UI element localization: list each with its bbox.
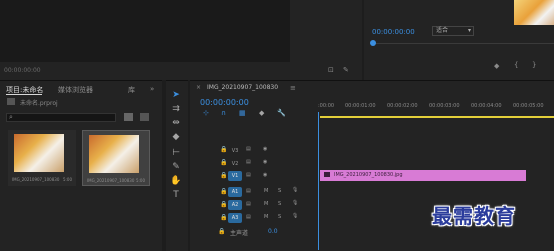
pen-tool-icon[interactable]: ✎ <box>170 162 182 172</box>
program-playhead[interactable] <box>370 40 376 46</box>
lock-icon[interactable]: 🔒 <box>218 228 225 235</box>
mic-icon[interactable]: 🎙 <box>292 213 298 219</box>
track-label-v2[interactable]: V2 <box>228 159 242 169</box>
sync-lock-icon[interactable]: ▤ <box>246 172 251 178</box>
lock-icon[interactable]: 🔒 <box>220 172 227 179</box>
project-file-icon <box>7 98 15 105</box>
track-label-v1[interactable]: V1 <box>228 171 242 181</box>
program-timecode[interactable]: 00:00:00:00 <box>372 28 415 36</box>
program-monitor-preview <box>514 0 554 25</box>
nest-icon[interactable]: ⊹ <box>203 109 209 117</box>
import-icon[interactable] <box>140 113 149 121</box>
slip-tool-icon[interactable]: ⊢ <box>170 148 182 158</box>
clip-duration: 5:00 <box>63 177 72 182</box>
tab-library[interactable]: 库 <box>128 85 135 95</box>
sync-lock-icon[interactable]: ▤ <box>246 201 251 207</box>
track-label-a3[interactable]: A3 <box>228 213 242 223</box>
hand-tool-icon[interactable]: ✋ <box>170 176 182 186</box>
marker-icon[interactable]: ◆ <box>494 62 499 70</box>
eye-icon[interactable]: ◉ <box>263 159 267 165</box>
ruler-label: 00:00:05:00 <box>513 103 544 109</box>
mute-button[interactable]: M <box>264 201 268 207</box>
ripple-edit-tool-icon[interactable]: ⇹ <box>170 118 182 128</box>
clip-thumbnail <box>89 135 139 173</box>
track-row-a1: 🔒 A1 ▤ M S 🎙 <box>190 186 554 199</box>
lock-icon[interactable]: 🔒 <box>220 146 227 153</box>
solo-button[interactable]: S <box>278 201 281 207</box>
new-bin-icon[interactable] <box>124 113 133 121</box>
timeline-timecode[interactable]: 00:00:00:00 <box>200 98 249 107</box>
linked-selection-icon[interactable]: ▦ <box>239 109 246 117</box>
timeline-settings-icon[interactable]: 🔧 <box>277 109 286 117</box>
ruler-label: 00:00:02:00 <box>387 103 418 109</box>
tab-media-browser[interactable]: 媒体浏览器 <box>58 85 93 95</box>
sync-lock-icon[interactable]: ▤ <box>246 159 251 165</box>
sync-lock-icon[interactable]: ▤ <box>246 146 251 152</box>
clip-fx-icon <box>324 172 330 177</box>
source-monitor-video <box>0 0 290 62</box>
project-file-name: 未命名.prproj <box>20 100 58 107</box>
mute-button[interactable]: M <box>264 214 268 220</box>
fit-dropdown-value: 适合 <box>436 27 449 34</box>
solo-button[interactable]: S <box>278 188 281 194</box>
mute-button[interactable]: M <box>264 188 268 194</box>
project-clip-item[interactable]: IMG_20210907_100830 5:00 <box>8 130 76 186</box>
ruler-label: 00:00:01:00 <box>345 103 376 109</box>
clip-thumbnail <box>14 134 64 172</box>
sync-lock-icon[interactable]: ▤ <box>246 214 251 220</box>
add-marker-icon[interactable]: ◆ <box>259 109 264 117</box>
project-clip-item-selected[interactable]: IMG_20210907_100830 5:00 <box>82 130 150 186</box>
selection-tool-icon[interactable]: ➤ <box>170 90 182 100</box>
in-point-icon[interactable]: { <box>514 61 518 69</box>
type-tool-icon[interactable]: T <box>170 190 182 200</box>
track-row-v3: 🔒 V3 ▤ ◉ <box>190 144 554 157</box>
lock-icon[interactable]: 🔒 <box>220 201 227 208</box>
ruler-label: 00:00:03:00 <box>429 103 460 109</box>
lock-icon[interactable]: 🔒 <box>220 188 227 195</box>
out-point-icon[interactable]: } <box>532 61 536 69</box>
program-scrub-bar[interactable] <box>372 43 554 44</box>
search-icon: ⌕ <box>9 113 13 121</box>
snap-icon[interactable]: ∩ <box>221 109 226 117</box>
mic-icon[interactable]: 🎙 <box>292 200 298 206</box>
clip-name: IMG_20210907_100830 <box>12 177 60 182</box>
ruler-label: 00:00:04:00 <box>471 103 502 109</box>
watermark-logo: 最需教育 <box>432 204 516 228</box>
mic-icon[interactable]: 🎙 <box>292 187 298 193</box>
track-label-v3[interactable]: V3 <box>228 146 242 156</box>
lock-icon[interactable]: 🔒 <box>220 159 227 166</box>
razor-tool-icon[interactable]: ◆ <box>170 132 182 142</box>
solo-button[interactable]: S <box>278 214 281 220</box>
settings-icon[interactable]: ✎ <box>343 66 349 74</box>
track-label-a1[interactable]: A1 <box>228 187 242 197</box>
sync-lock-icon[interactable]: ▤ <box>246 188 251 194</box>
master-track-label: 主声道 <box>230 230 249 237</box>
eye-icon[interactable]: ◉ <box>263 146 267 152</box>
eye-icon[interactable]: ◉ <box>263 172 267 178</box>
panel-overflow-icon[interactable]: » <box>150 85 154 93</box>
fit-dropdown[interactable]: 适合 ▾ <box>432 26 474 36</box>
tab-project-underline <box>6 94 42 95</box>
sequence-tab[interactable]: IMG_20210907_100830 <box>207 84 278 91</box>
search-input[interactable] <box>6 113 116 122</box>
track-select-tool-icon[interactable]: ⇉ <box>170 104 182 114</box>
clip-name: IMG_20210907_100830 <box>87 178 135 183</box>
track-row-v2: 🔒 V2 ▤ ◉ <box>190 157 554 170</box>
lock-icon[interactable]: 🔒 <box>220 214 227 221</box>
ruler-label: :00:00 <box>318 103 335 109</box>
work-area-bar[interactable] <box>320 116 554 118</box>
master-volume-value[interactable]: 0.0 <box>268 228 278 235</box>
timeline-clip-label: IMG_20210907_100830.jpg <box>334 172 403 178</box>
chevron-down-icon: ▾ <box>467 27 471 34</box>
export-frame-icon[interactable]: ⊡ <box>328 66 334 74</box>
menu-icon[interactable]: ≡ <box>290 84 296 92</box>
source-timecode[interactable]: 00:00:00:00 <box>4 67 41 74</box>
track-label-a2[interactable]: A2 <box>228 200 242 210</box>
close-icon[interactable]: × <box>196 84 201 91</box>
clip-duration: 5:00 <box>136 178 145 183</box>
